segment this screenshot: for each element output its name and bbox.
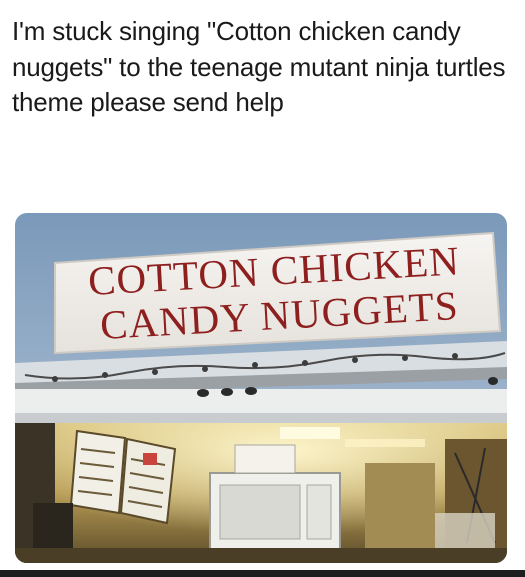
food-stand-photo: COTTON CHICKEN CANDY NUGGETS <box>15 213 507 563</box>
bottom-border <box>0 570 525 577</box>
counter <box>15 548 507 563</box>
caption-text: I'm stuck singing "Cotton chicken candy … <box>12 16 506 117</box>
meme-post: I'm stuck singing "Cotton chicken candy … <box>0 0 525 577</box>
